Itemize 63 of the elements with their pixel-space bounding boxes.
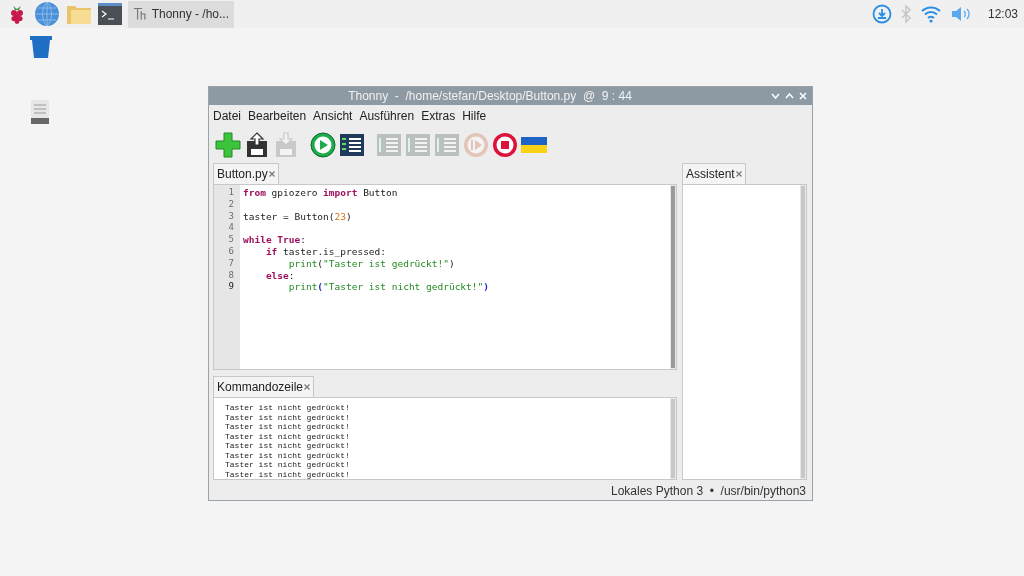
wifi-icon[interactable] xyxy=(919,4,942,24)
line-number: 4 xyxy=(228,222,234,235)
clock[interactable]: 12:03 xyxy=(987,5,1018,23)
code-line: taster = Button(23) xyxy=(243,210,352,223)
shell-output-line: Taster ist nicht gedrückt! xyxy=(225,403,350,413)
line-number: 2 xyxy=(228,198,234,211)
line-number: 5 xyxy=(228,234,234,246)
trash-icon[interactable] xyxy=(28,34,54,60)
code-line: if taster.is_pressed: xyxy=(265,246,386,258)
shell-output-line: Taster ist nicht gedrückt! xyxy=(225,422,350,432)
download-icon[interactable] xyxy=(871,4,892,24)
globe-icon[interactable] xyxy=(34,1,60,27)
menu-item[interactable]: Extras xyxy=(421,107,456,125)
menu-item[interactable]: Hilfe xyxy=(462,107,487,125)
panel-tab[interactable]: Kommandozeile xyxy=(213,376,315,397)
menu-item[interactable]: Bearbeiten xyxy=(248,107,307,125)
bluetooth-icon[interactable] xyxy=(899,4,912,24)
drive-icon[interactable] xyxy=(30,100,50,124)
shell-output-line: Taster ist nicht gedrückt! xyxy=(225,460,350,470)
line-number: 7 xyxy=(228,257,234,270)
line-number: 1 xyxy=(228,187,234,199)
close-icon[interactable] xyxy=(268,171,275,177)
shell-output-line: Taster ist nicht gedrückt! xyxy=(225,450,350,460)
menu-item[interactable]: Ausführen xyxy=(359,107,415,125)
panel-tab[interactable]: Assistent xyxy=(682,163,746,184)
thonny-icon xyxy=(133,6,148,22)
menu-item[interactable]: Ansicht xyxy=(313,107,353,125)
shell-console[interactable] xyxy=(213,397,677,480)
folder-icon[interactable] xyxy=(66,3,92,25)
scrollbar[interactable] xyxy=(670,185,676,369)
shell-output-line: Taster ist nicht gedrückt! xyxy=(225,469,350,479)
shell-output-line: Taster ist nicht gedrückt! xyxy=(225,441,350,451)
code-line: while True: xyxy=(243,234,306,246)
stop-icon[interactable] xyxy=(491,131,519,159)
shell-output-line: Taster ist nicht gedrückt! xyxy=(225,431,350,441)
terminal-icon[interactable] xyxy=(98,3,122,25)
line-number: 8 xyxy=(228,269,234,282)
code-line: print("Taster ist gedrückt!") xyxy=(288,257,455,270)
line-number: 9 xyxy=(228,281,234,294)
code-line: print("Taster ist nicht gedrückt!") xyxy=(288,281,489,294)
code-editor[interactable]: 1 2 3 4 5 6 7 8 9 from gpiozero import Button taster = Button(23) while True: if taster.is_pressed: print("Taster ist gedrückt!") else: print("Taster ist nicht gedrückt!") xyxy=(213,184,677,370)
volume-icon[interactable] xyxy=(949,4,972,24)
tab-label: Kommandozeile xyxy=(217,379,304,396)
maximize-icon[interactable] xyxy=(785,93,794,99)
code-line: else: xyxy=(265,269,295,282)
minimize-icon[interactable] xyxy=(771,93,780,99)
code-line: from gpiozero import Button xyxy=(243,187,398,199)
status-text: Lokales Python 3 • /usr/bin/python3 xyxy=(611,483,806,500)
play-icon[interactable] xyxy=(309,131,337,159)
line-number: 6 xyxy=(228,246,234,258)
line-number: 3 xyxy=(228,210,234,223)
tab-label: Button.py xyxy=(217,166,268,183)
scrollbar[interactable] xyxy=(800,185,806,479)
shell-output-line: Taster ist nicht gedrückt! xyxy=(225,412,350,422)
close-icon[interactable] xyxy=(304,384,311,390)
tab-label: Assistent xyxy=(686,166,735,183)
debug-list-icon[interactable] xyxy=(338,131,366,159)
close-icon[interactable] xyxy=(735,171,742,177)
panel-tab[interactable]: Button.py xyxy=(213,163,279,184)
scrollbar[interactable] xyxy=(670,398,676,479)
window-title: Thonny - /home/stefan/Desktop/Button.py @ 9 : 44 xyxy=(347,88,633,105)
task-button[interactable]: Thonny - /ho... xyxy=(128,0,234,28)
menu-item[interactable]: Datei xyxy=(213,107,241,125)
